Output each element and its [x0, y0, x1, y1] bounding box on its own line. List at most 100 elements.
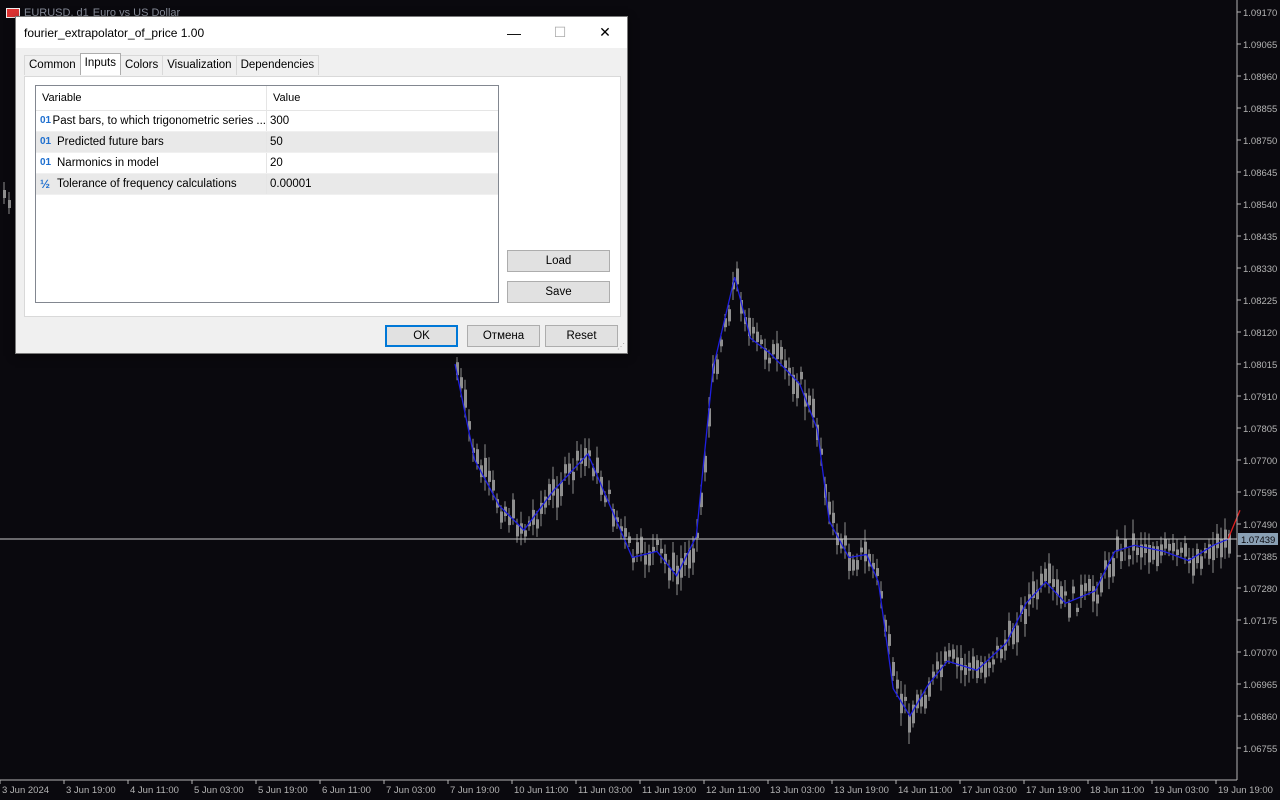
tab-common[interactable]: Common — [24, 55, 81, 75]
candle-body — [716, 359, 719, 374]
candle-body — [628, 536, 631, 543]
candle-body — [1144, 544, 1147, 553]
input-row[interactable]: 01 Predicted future bars 50 — [36, 132, 498, 153]
column-header-value[interactable]: Value — [266, 86, 498, 110]
candle-body — [972, 656, 975, 671]
candle-body — [512, 499, 515, 519]
candle-body — [860, 547, 863, 553]
close-button[interactable]: ✕ — [582, 17, 628, 48]
column-header-variable[interactable]: Variable — [36, 86, 266, 110]
tab-dependencies[interactable]: Dependencies — [235, 55, 320, 75]
input-value-field[interactable]: 300 — [266, 111, 498, 131]
close-icon: ✕ — [599, 24, 611, 40]
inputs-grid: Variable Value 01 Past bars, to which tri… — [35, 85, 499, 303]
input-variable-name: Tolerance of frequency calculations — [57, 178, 237, 190]
resize-grip-icon[interactable]: ⋰ — [617, 343, 625, 351]
price-tick-label: 1.09170 — [1243, 8, 1277, 19]
candle-body — [952, 649, 955, 659]
price-tick-label: 1.07700 — [1243, 456, 1277, 467]
candle-body — [784, 360, 787, 369]
time-tick-label: 13 Jun 03:00 — [770, 785, 825, 796]
price-tick-label: 1.08645 — [1243, 168, 1277, 179]
candle-body — [752, 326, 755, 334]
tab-inputs[interactable]: Inputs — [79, 53, 121, 75]
candle-body — [8, 200, 11, 208]
price-tick-label: 1.07595 — [1243, 488, 1277, 499]
price-tick-label: 1.08015 — [1243, 360, 1277, 371]
candle-body — [1112, 558, 1115, 577]
maximize-button[interactable]: ☐ — [537, 17, 583, 48]
candle-body — [564, 464, 567, 474]
input-value-field[interactable]: 20 — [266, 153, 498, 173]
input-row[interactable]: 01 Narmonics in model 20 — [36, 153, 498, 174]
candle-body — [1132, 533, 1135, 551]
candle-body — [1096, 594, 1099, 604]
ok-button[interactable]: OK — [385, 325, 458, 347]
input-value-field[interactable]: 50 — [266, 132, 498, 152]
candle-body — [1064, 591, 1067, 596]
candle-body — [948, 650, 951, 657]
candle-body — [1200, 556, 1203, 569]
candle-body — [1040, 573, 1043, 585]
dialog-titlebar[interactable]: fourier_extrapolator_of_price 1.00 — ☐ ✕ — [16, 17, 627, 48]
candle-body — [908, 714, 911, 733]
time-tick-label: 6 Jun 11:00 — [322, 785, 371, 796]
save-button[interactable]: Save — [507, 281, 610, 303]
tab-colors[interactable]: Colors — [119, 55, 164, 75]
price-tick-label: 1.08435 — [1243, 232, 1277, 243]
maximize-icon: ☐ — [553, 24, 567, 40]
load-button[interactable]: Load — [507, 250, 610, 272]
candle-body — [848, 552, 851, 571]
cancel-button[interactable]: Отмена — [467, 325, 540, 347]
candle-body — [844, 535, 847, 546]
candle-body — [996, 645, 999, 650]
price-tick-label: 1.06860 — [1243, 712, 1277, 723]
time-tick-label: 3 Jun 19:00 — [66, 785, 116, 796]
price-tick-label: 1.07070 — [1243, 648, 1277, 659]
input-row[interactable]: 01 Past bars, to which trigonometric seri… — [36, 111, 498, 132]
candle-body — [1048, 563, 1051, 584]
candle-body — [1180, 547, 1183, 553]
candle-body — [1176, 549, 1179, 556]
candle-body — [800, 371, 803, 380]
price-tick-label: 1.08855 — [1243, 104, 1277, 115]
candle-body — [852, 559, 855, 571]
double-type-icon: ½ — [40, 177, 51, 191]
candle-body — [1068, 603, 1071, 618]
time-tick-label: 19 Jun 19:00 — [1218, 785, 1273, 796]
candle-body — [984, 662, 987, 678]
candle-body — [768, 357, 771, 364]
time-tick-label: 17 Jun 03:00 — [962, 785, 1017, 796]
candle-body — [1060, 586, 1063, 604]
candle-body — [3, 190, 6, 198]
price-tick-label: 1.08120 — [1243, 328, 1277, 339]
candle-body — [516, 524, 519, 537]
candle-body — [484, 457, 487, 477]
reset-button[interactable]: Reset — [545, 325, 618, 347]
candle-body — [524, 530, 527, 537]
candle-body — [904, 696, 907, 701]
candle-body — [1052, 579, 1055, 587]
candle-body — [1076, 607, 1079, 612]
price-tick-label: 1.07805 — [1243, 424, 1277, 435]
candle-body — [988, 662, 991, 668]
input-variable-name: Predicted future bars — [57, 136, 164, 148]
inputs-panel: Variable Value 01 Past bars, to which tri… — [24, 76, 621, 317]
price-tick-label: 1.08540 — [1243, 200, 1277, 211]
candle-body — [960, 658, 963, 671]
price-tick-label: 1.08960 — [1243, 72, 1277, 83]
input-value-field[interactable]: 0.00001 — [266, 174, 498, 194]
price-tick-label: 1.07490 — [1243, 520, 1277, 531]
tab-visualization[interactable]: Visualization — [162, 55, 237, 75]
candle-body — [624, 528, 627, 537]
time-tick-label: 18 Jun 11:00 — [1090, 785, 1144, 796]
current-price-text: 1.07439 — [1241, 535, 1275, 546]
candle-body — [1088, 579, 1091, 591]
candle-body — [1000, 649, 1003, 659]
candle-body — [968, 662, 971, 671]
price-tick-label: 1.07175 — [1243, 616, 1277, 627]
time-tick-label: 7 Jun 19:00 — [450, 785, 500, 796]
minimize-button[interactable]: — — [491, 17, 537, 48]
candle-body — [936, 661, 939, 670]
input-row[interactable]: ½ Tolerance of frequency calculations 0.0… — [36, 174, 498, 195]
